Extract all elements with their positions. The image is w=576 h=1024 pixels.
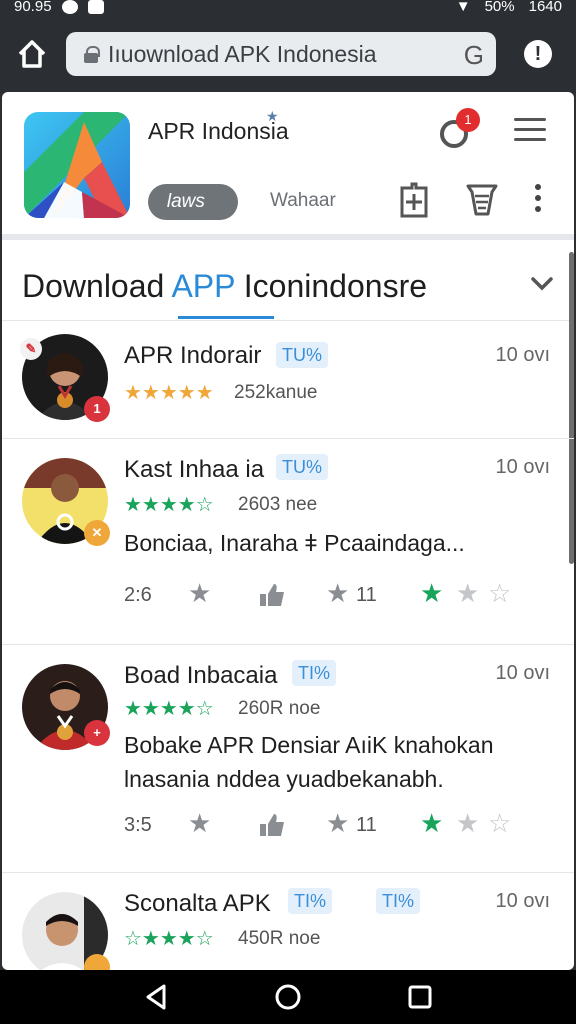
alert-icon[interactable]: ! [524, 40, 552, 68]
download-count: 260R noe [238, 698, 321, 719]
star-rating: ☆★★★☆ [124, 928, 214, 950]
item-time: 10 ovı [495, 344, 550, 366]
star-icon[interactable]: ★ [188, 578, 211, 609]
item-name: APR Indorair [124, 342, 262, 369]
chevron-down-icon[interactable] [530, 272, 554, 296]
star-empty-icon[interactable]: ☆ [488, 578, 511, 609]
avatar-badge: + [84, 720, 110, 746]
download-count: 450R noe [238, 928, 321, 949]
item-description-line1: Bobake APR Densiar AıiK knahokan [124, 732, 494, 758]
notification-badge: 1 [456, 108, 480, 132]
navigation-bar [0, 970, 576, 1024]
stat-count: 11 [356, 814, 377, 836]
section-title-post: Iconindonsre [234, 268, 428, 304]
mail-icon [87, 0, 104, 14]
sync-icon [61, 0, 78, 14]
item-time: 10 ovı [495, 456, 550, 478]
more-options-icon[interactable] [532, 184, 544, 214]
item-name: Sconalta APK [124, 890, 271, 917]
download-count: 252kanue [234, 382, 318, 403]
wifi-icon: ▼ [455, 0, 471, 15]
status-bar: 90.95 ▼ 50% 1640 [0, 0, 576, 18]
url-bar[interactable]: Iıuownload APK Indonesia G [66, 32, 496, 76]
add-document-icon[interactable] [394, 180, 434, 220]
star-icon[interactable]: ★ [326, 808, 349, 839]
star-half-icon[interactable]: ★ [456, 808, 479, 839]
stat-count: 11 [356, 584, 377, 606]
list-item[interactable]: ✕ Kast Inhaa ia TU% 10 ovı ★★★★☆ 2603 ne… [2, 454, 574, 644]
stat-time: 2:6 [124, 584, 152, 606]
star-filled-icon[interactable]: ★ [420, 808, 443, 839]
star-filled-icon[interactable]: ★ [420, 578, 443, 609]
pin-icon: ✎ [20, 338, 42, 360]
hamburger-menu-icon[interactable] [514, 118, 546, 142]
home-nav-icon[interactable] [273, 982, 303, 1012]
divider [2, 320, 574, 321]
status-time-left: 90.95 [14, 0, 52, 15]
app-header: APR Indonsia ★ 1 lawsٔ Wahaar [2, 92, 574, 240]
download-count: 2603 nee [238, 494, 318, 515]
star-empty-icon[interactable]: ☆ [488, 808, 511, 839]
item-time: 10 ovı [495, 662, 550, 684]
item-time: 10 ovı [495, 890, 550, 912]
divider [2, 438, 574, 439]
item-tag: TI% [292, 660, 337, 686]
divider [2, 644, 574, 645]
section-title: Download APP Iconindonsre [22, 268, 427, 305]
avatar-badge [84, 954, 110, 970]
star-icon[interactable]: ★ [188, 808, 211, 839]
url-text: Iıuownload APK Indonesia [108, 40, 377, 67]
star-icon: ★ [266, 108, 279, 124]
star-half-icon[interactable]: ★ [456, 578, 479, 609]
thumbs-up-icon[interactable] [258, 582, 286, 608]
recents-icon[interactable] [405, 982, 435, 1012]
tab-laws[interactable]: lawsٔ [148, 184, 238, 220]
reload-icon[interactable]: G [464, 40, 484, 71]
item-tag: TU% [276, 342, 328, 368]
list-item[interactable]: + Boad Inbacaia TI% 10 ovı ★★★★☆ 260R no… [2, 660, 574, 868]
avatar-badge: ✕ [84, 520, 110, 546]
star-icon[interactable]: ★ [326, 578, 349, 609]
item-description: Bonciaa, Inaraha ǂ Pcaaindaga... [124, 530, 465, 556]
section-title-accent: APP [171, 268, 235, 304]
item-description-line2: lnasania nddea yuadbekanabh. [124, 766, 444, 792]
list-item[interactable]: Sconalta APK TI% TI% 10 ovı ☆★★★☆ 450R n… [2, 888, 574, 970]
battery-level: 50% [484, 0, 515, 15]
thumbs-up-icon[interactable] [258, 812, 286, 838]
notification-button[interactable]: 1 [438, 108, 480, 148]
item-name: Kast Inhaa ia [124, 456, 265, 483]
divider [2, 872, 574, 873]
star-rating: ★★★★☆ [124, 494, 214, 516]
item-tag: TI% [288, 888, 333, 914]
lock-icon [84, 46, 100, 63]
item-name: Boad Inbacaia [124, 662, 278, 689]
section-title-pre: Download [22, 268, 172, 304]
back-icon[interactable] [142, 982, 172, 1012]
browser-toolbar: Iıuownload APK Indonesia G ! [0, 18, 576, 90]
avatar-badge: 1 [84, 396, 110, 422]
item-tag-secondary: TI% [376, 888, 421, 914]
star-rating: ★★★★☆ [124, 698, 214, 720]
receipt-icon[interactable] [462, 180, 502, 220]
stat-time: 3:5 [124, 814, 152, 836]
home-icon[interactable] [14, 36, 50, 72]
item-tag: TU% [276, 454, 328, 480]
star-rating: ★★★★★ [124, 382, 214, 404]
list-item[interactable]: 1 ✎ APR Indorair TU% 10 ovı ★★★★★ 252kan… [2, 332, 574, 438]
app-logo [24, 112, 130, 218]
page-content: APR Indonsia ★ 1 lawsٔ Wahaar Download A… [2, 92, 574, 970]
status-clock: 1640 [528, 0, 562, 15]
section-underline [178, 316, 274, 319]
tab-wahaar[interactable]: Wahaar [270, 190, 336, 212]
